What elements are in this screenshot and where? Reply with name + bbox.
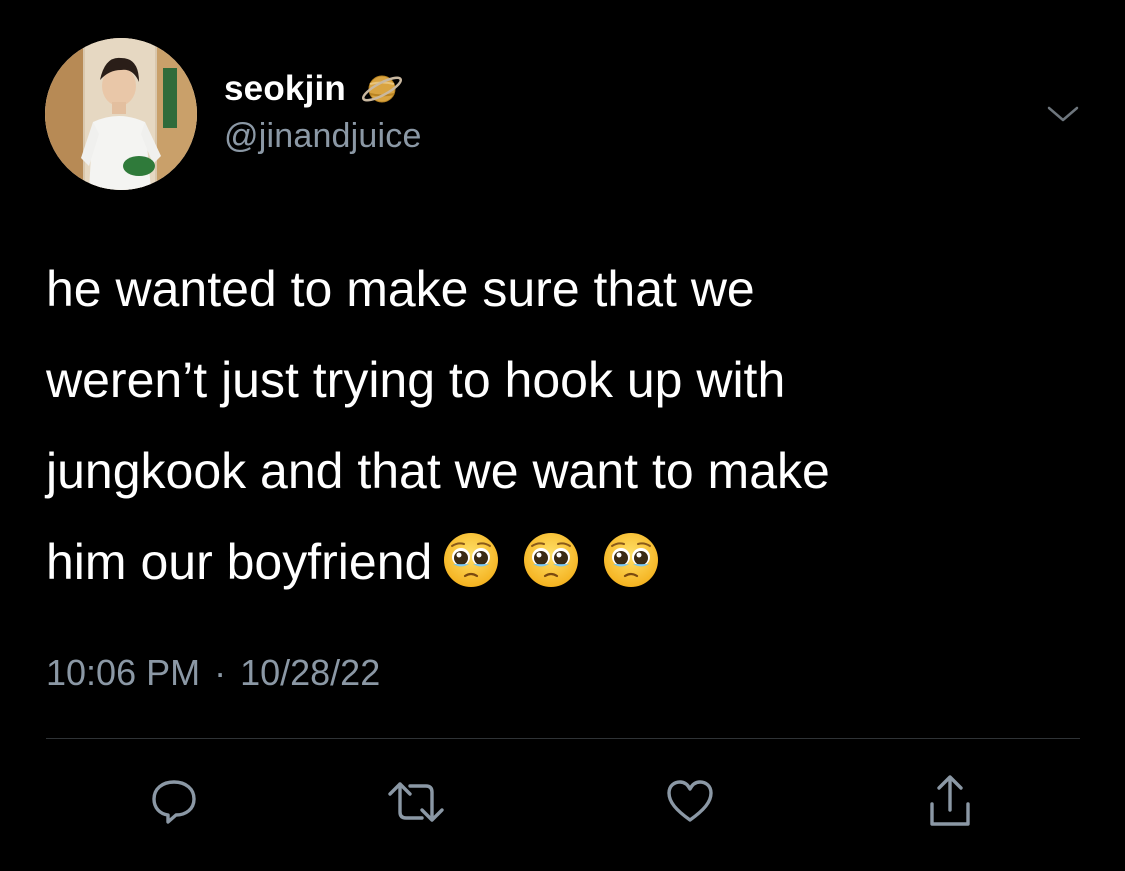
pleading-face-icon (604, 533, 659, 587)
divider (46, 738, 1080, 739)
chevron-down-icon[interactable] (1043, 100, 1083, 128)
display-name[interactable]: seokjin (224, 69, 346, 109)
ringed-planet-icon (362, 75, 403, 103)
retweet-button[interactable] (384, 770, 448, 834)
tweet-text-line: jungkook and that we want to make (46, 443, 830, 499)
retweet-icon (388, 782, 444, 822)
emoji-group (442, 531, 660, 589)
tweet-text-line: him our boyfriend (46, 534, 433, 590)
tweet-time: 10:06 PM (46, 652, 201, 693)
action-bar (0, 770, 1125, 840)
tweet: seokjin @jinandjuice he wanted to make s… (0, 0, 1125, 871)
share-button[interactable] (918, 770, 982, 834)
avatar[interactable] (45, 38, 197, 190)
tweet-date: 10/28/22 (240, 652, 381, 693)
heart-icon (667, 780, 713, 822)
tweet-text-line: weren’t just trying to hook up with (46, 352, 786, 408)
reply-icon (152, 780, 196, 824)
share-icon (930, 775, 970, 826)
tweet-timestamp[interactable]: 10:06 PM · 10/28/22 (46, 652, 380, 694)
pleading-face-icon (444, 533, 499, 587)
display-name-row: seokjin (224, 66, 404, 112)
like-button[interactable] (658, 770, 722, 834)
pleading-face-icon (524, 533, 579, 587)
tweet-text-line: he wanted to make sure that we (46, 261, 755, 317)
reply-button[interactable] (142, 770, 206, 834)
user-handle[interactable]: @jinandjuice (224, 117, 422, 156)
tweet-text: he wanted to make sure that we weren’t j… (46, 244, 1086, 608)
avatar-image (45, 38, 197, 190)
separator-dot: · (214, 652, 227, 693)
